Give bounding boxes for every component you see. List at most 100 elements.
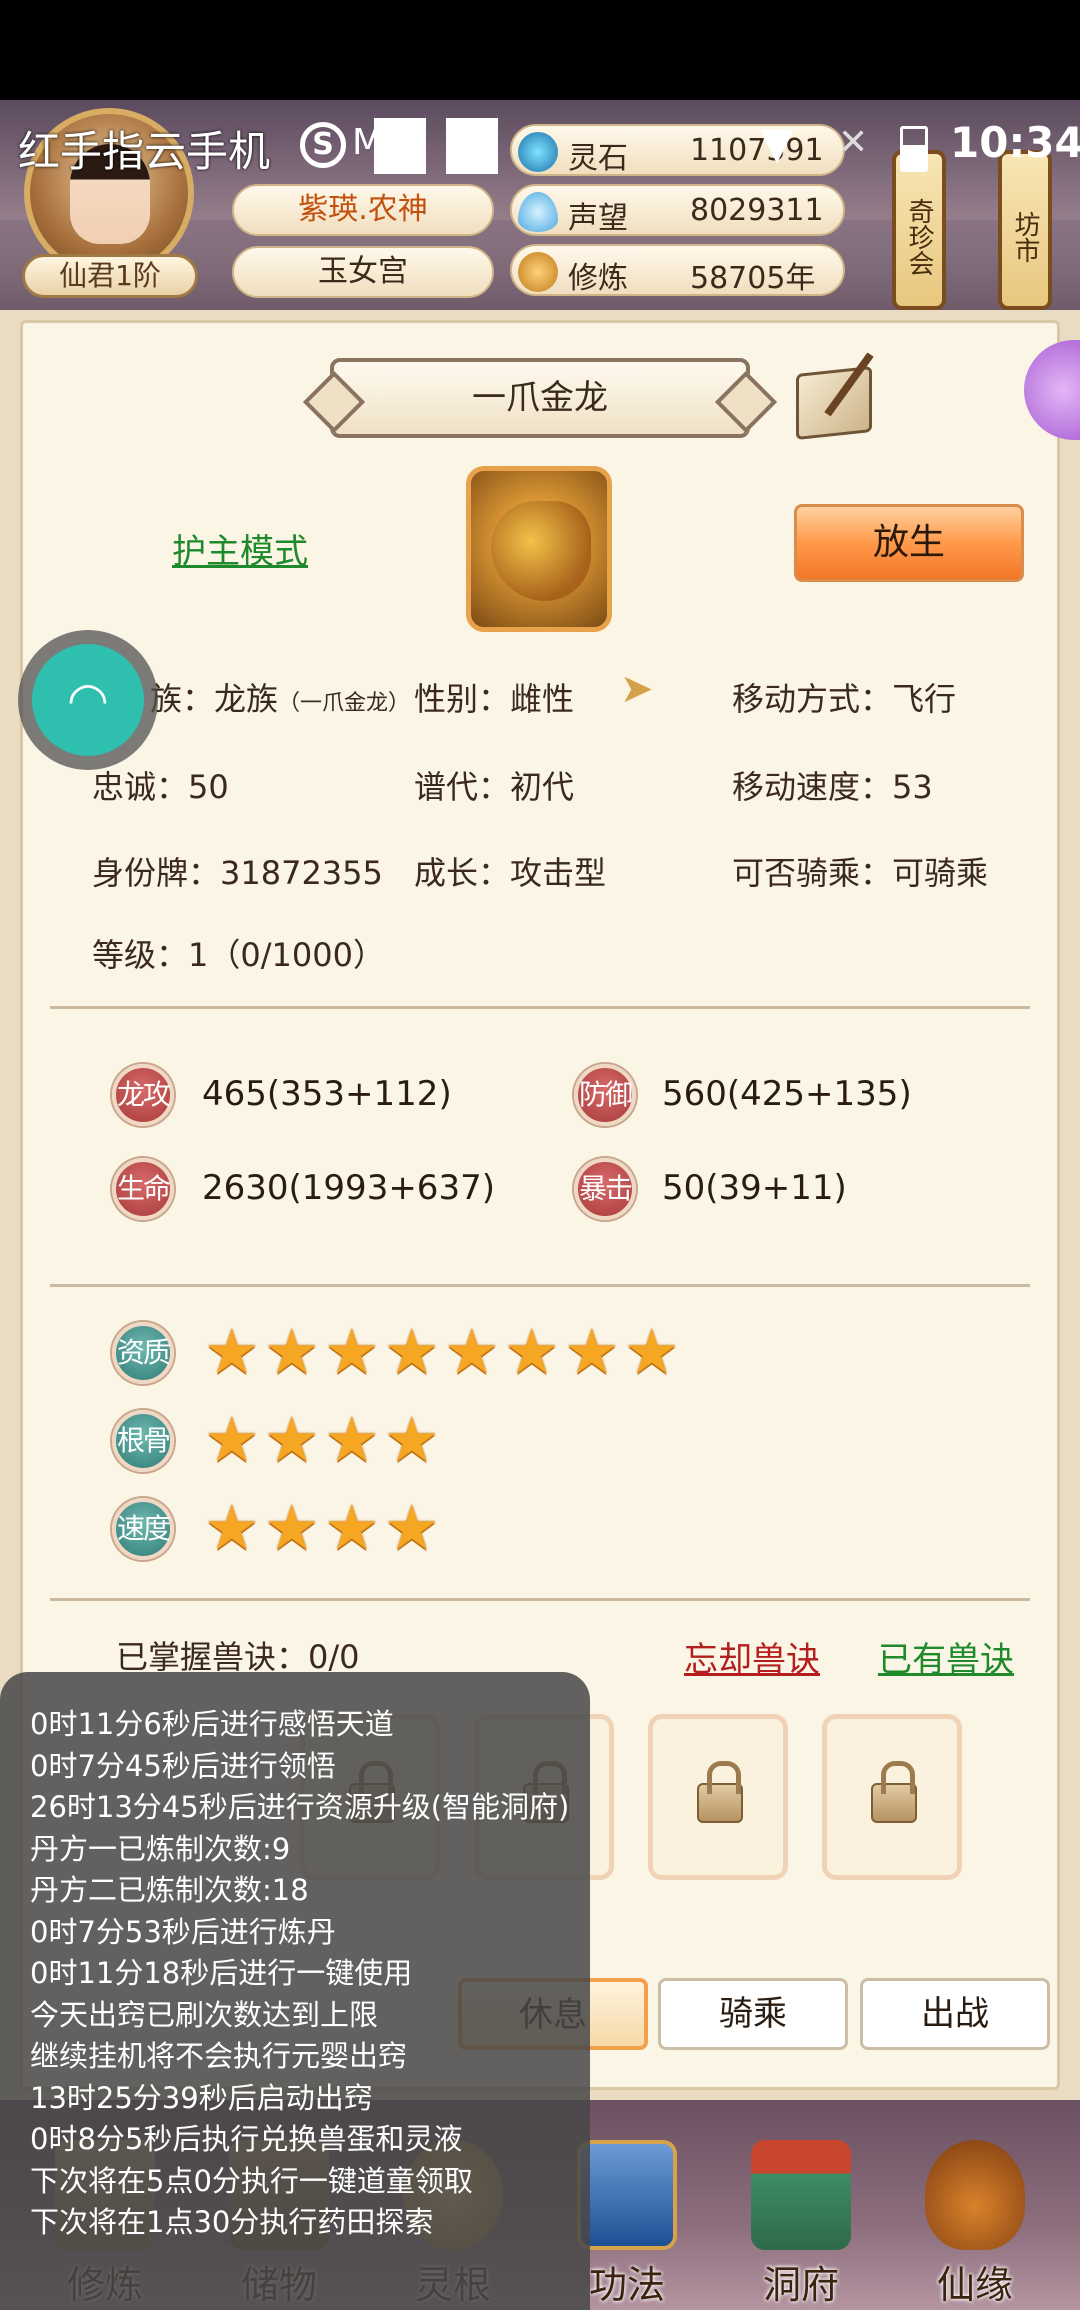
gender-info: 性别：雌性 bbox=[414, 680, 575, 718]
status-app-name: 红手指云手机 bbox=[18, 127, 271, 176]
battery-icon bbox=[900, 126, 928, 172]
level-info: 等级：1（0/1000） bbox=[92, 936, 385, 974]
log-line: 26时13分45秒后进行资源升级(智能洞府) bbox=[30, 1790, 570, 1824]
divider bbox=[50, 1006, 1030, 1009]
wifi-icon: ◠ bbox=[32, 644, 144, 756]
attack-badge: 龙攻 bbox=[112, 1064, 174, 1126]
gourd-icon bbox=[925, 2140, 1025, 2250]
divider bbox=[50, 1598, 1030, 1601]
aptitude-stars: ★ ★ ★ ★ ★ ★ ★ ★ bbox=[204, 1315, 684, 1388]
nav-label: 仙缘 bbox=[936, 2263, 1013, 2307]
star-icon: ★ bbox=[324, 1315, 380, 1388]
redacted-block bbox=[374, 118, 426, 174]
growth-info: 成长：攻击型 bbox=[414, 854, 607, 892]
race-subtype: （一爪金龙） bbox=[278, 691, 411, 716]
pet-name-plate: 一爪金龙 bbox=[330, 358, 750, 438]
defense-value: 560(425+135) bbox=[662, 1074, 912, 1114]
log-line: 丹方一已炼制次数:9 bbox=[30, 1831, 291, 1866]
race-value: 龙族 bbox=[214, 680, 279, 718]
resource-cultivation: 修炼 58705年 bbox=[510, 244, 845, 296]
technique-book-icon bbox=[577, 2140, 677, 2250]
star-icon: ★ bbox=[384, 1315, 440, 1388]
defense-badge: 防御 bbox=[574, 1064, 636, 1126]
skill-slot[interactable] bbox=[648, 1714, 788, 1880]
star-icon: ★ bbox=[204, 1491, 260, 1564]
cultivation-icon bbox=[518, 252, 558, 292]
hp-value: 2630(1993+637) bbox=[202, 1168, 495, 1208]
log-line: 今天出窍已刷次数达到上限 bbox=[30, 1997, 379, 2032]
crit-value: 50(39+11) bbox=[662, 1168, 847, 1208]
log-line: 13时25分39秒后启动出窍 bbox=[30, 2080, 373, 2115]
attack-value: 465(353+112) bbox=[202, 1074, 452, 1114]
star-icon: ★ bbox=[264, 1315, 320, 1388]
generation-info: 谱代：初代 bbox=[414, 768, 575, 806]
bone-stars: ★ ★ ★ ★ bbox=[204, 1403, 444, 1476]
race-info: 族：龙族（一爪金龙） bbox=[150, 674, 410, 720]
rideable-info: 可否骑乘：可骑乘 bbox=[732, 854, 989, 892]
resource-reputation: 声望 8029311 bbox=[510, 184, 845, 236]
speed-badge: 速度 bbox=[112, 1498, 174, 1560]
log-lines: 0时11分6秒后进行感悟天道 0时7分45秒后进行领悟 26时13分45秒后进行资源… bbox=[30, 1704, 590, 2244]
forget-skill-link[interactable]: 忘却兽诀 bbox=[684, 1632, 820, 1681]
reputation-icon bbox=[518, 192, 558, 232]
ride-tab[interactable]: 骑乘 bbox=[658, 1978, 848, 2050]
resource-value: 58705年 bbox=[690, 261, 816, 296]
star-icon: ★ bbox=[204, 1403, 260, 1476]
lock-icon bbox=[697, 1761, 743, 1823]
resource-label: 修炼 bbox=[568, 261, 628, 296]
star-icon: ★ bbox=[384, 1403, 440, 1476]
log-line: 0时7分53秒后进行炼丹 bbox=[30, 1914, 336, 1949]
automation-log-panel: 0时11分6秒后进行感悟天道 0时7分45秒后进行领悟 26时13分45秒后进行资源… bbox=[0, 1672, 590, 2310]
female-symbol-icon: ➤ bbox=[620, 666, 654, 712]
status-time: 10:34 bbox=[950, 118, 1080, 167]
battle-tab[interactable]: 出战 bbox=[860, 1978, 1050, 2050]
log-line: 丹方二已炼制次数:18 bbox=[30, 1873, 309, 1907]
log-line: 继续挂机将不会执行元婴出窍 bbox=[30, 2039, 408, 2073]
status-bar: 红手指云手机 S M ▼ ✕ 10:34 bbox=[0, 104, 1080, 184]
resource-label: 声望 bbox=[568, 201, 628, 236]
resource-value: 8029311 bbox=[690, 193, 824, 228]
crit-badge: 暴击 bbox=[574, 1158, 636, 1220]
release-button[interactable]: 放生 bbox=[794, 504, 1024, 582]
star-icon: ★ bbox=[204, 1315, 260, 1388]
rank-label: 仙君1阶 bbox=[22, 254, 198, 298]
log-line: 0时8分5秒后执行兑换兽蛋和灵液 bbox=[30, 2122, 463, 2156]
s-icon: S bbox=[300, 122, 346, 168]
pet-portrait bbox=[466, 466, 612, 632]
player-sect: 玉女宫 bbox=[232, 246, 494, 298]
speed-stars: ★ ★ ★ ★ bbox=[204, 1491, 444, 1564]
star-icon: ★ bbox=[384, 1491, 440, 1564]
nav-label: 洞府 bbox=[762, 2263, 839, 2307]
redacted-block bbox=[446, 118, 498, 174]
star-icon: ★ bbox=[444, 1315, 500, 1388]
star-icon: ★ bbox=[264, 1403, 320, 1476]
owned-skills-link[interactable]: 已有兽诀 bbox=[878, 1632, 1014, 1681]
loyalty-info: 忠诚：50 bbox=[92, 768, 229, 806]
hp-badge: 生命 bbox=[112, 1158, 174, 1220]
dragon-icon bbox=[491, 501, 591, 601]
nav-cave[interactable]: 洞府 bbox=[736, 2140, 866, 2310]
log-line: 0时7分45秒后进行领悟 bbox=[30, 1748, 336, 1783]
bone-badge: 根骨 bbox=[112, 1410, 174, 1472]
star-icon: ★ bbox=[264, 1491, 320, 1564]
lock-icon bbox=[871, 1761, 917, 1823]
cave-palace-icon bbox=[751, 2140, 851, 2250]
aptitude-badge: 资质 bbox=[112, 1322, 174, 1384]
race-label: 族： bbox=[150, 680, 215, 718]
star-icon: ★ bbox=[324, 1491, 380, 1564]
log-line: 0时11分6秒后进行感悟天道 bbox=[30, 1707, 394, 1741]
log-line: 0时11分18秒后进行一键使用 bbox=[30, 1956, 413, 1990]
book-quill-icon[interactable] bbox=[796, 366, 872, 440]
close-icon: ✕ bbox=[838, 122, 869, 163]
star-icon: ★ bbox=[564, 1315, 620, 1388]
floating-wifi-button[interactable]: ◠ bbox=[18, 630, 158, 770]
player-title: 紫瑛.农神 bbox=[232, 184, 494, 236]
move-speed-info: 移动速度：53 bbox=[732, 768, 933, 806]
star-icon: ★ bbox=[324, 1403, 380, 1476]
guard-mode-link[interactable]: 护主模式 bbox=[172, 524, 308, 573]
log-line: 下次将在5点0分执行一键道童领取 bbox=[30, 2163, 473, 2198]
nav-fate[interactable]: 仙缘 bbox=[910, 2140, 1040, 2310]
skill-slot[interactable] bbox=[822, 1714, 962, 1880]
top-black-area bbox=[0, 0, 1080, 100]
divider bbox=[50, 1284, 1030, 1287]
